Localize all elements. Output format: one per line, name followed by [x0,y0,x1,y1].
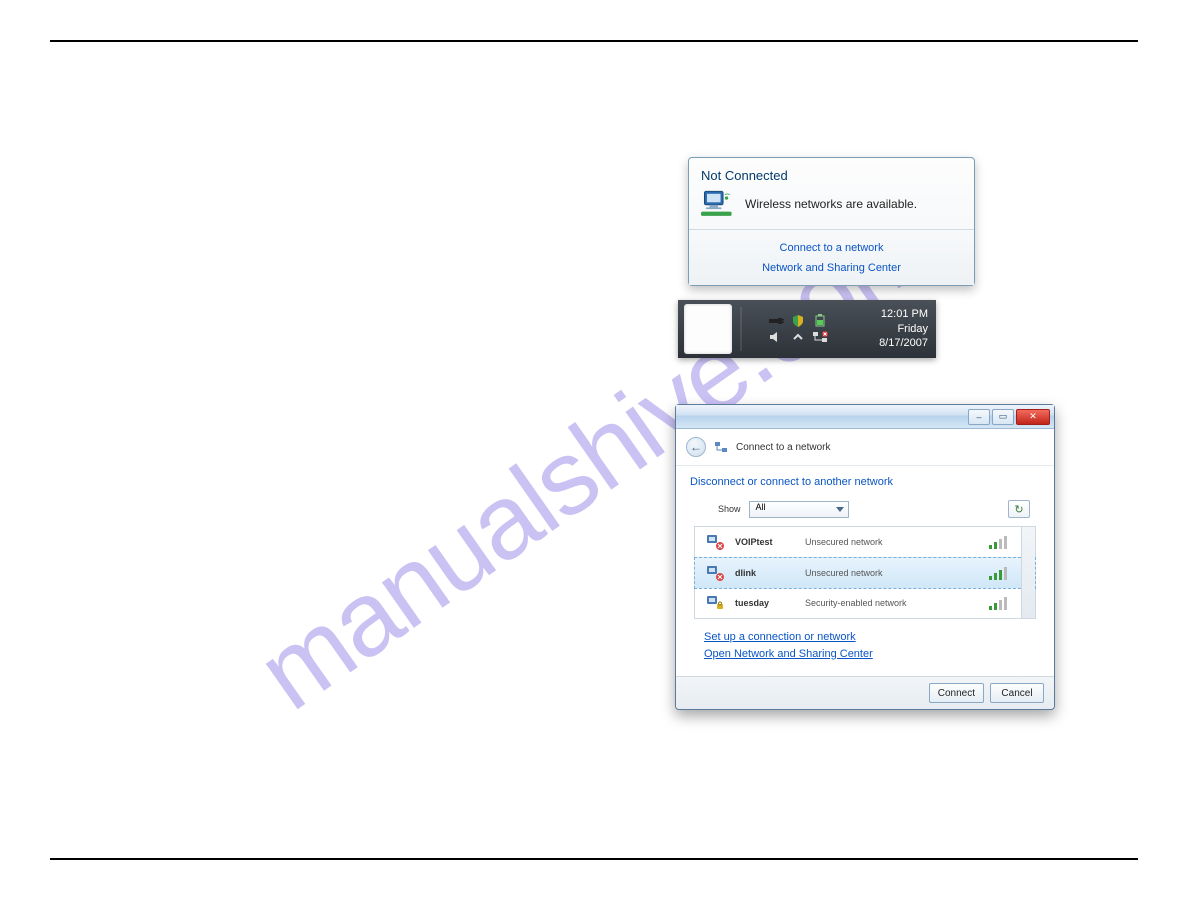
network-security: Security-enabled network [805,598,979,608]
network-notification-popup: Not Connected Wireless networks are avai… [688,157,975,286]
network-computer-icon [701,189,735,219]
refresh-button[interactable]: ↻ [1008,500,1030,518]
page-top-rule [50,40,1138,42]
window-nav-bar: ← Connect to a network [676,429,1054,466]
connect-to-network-window: – ▭ ✕ ← Connect to a network Disconnect … [675,404,1055,710]
battery-icon[interactable] [812,314,828,328]
show-filter-select[interactable]: All [749,501,849,518]
window-titlebar[interactable]: – ▭ ✕ [676,405,1054,429]
network-adapter-icon [705,564,725,582]
shield-icon[interactable] [790,314,806,328]
page-bottom-rule [50,858,1138,860]
taskbar-button[interactable] [684,304,732,354]
taskbar-separator [740,307,742,351]
network-item[interactable]: dlink Unsecured network [694,557,1036,589]
network-list[interactable]: VOIPtest Unsecured network dlink Unsecur… [694,526,1036,619]
window-body-title: Disconnect or connect to another network [690,476,1040,488]
network-security: Unsecured network [805,537,979,547]
connect-button[interactable]: Connect [929,683,984,703]
network-name: VOIPtest [735,537,795,547]
plug-icon[interactable] [768,314,784,328]
show-filter-value: All [756,502,766,512]
network-item[interactable]: VOIPtest Unsecured network [695,527,1035,558]
network-security: Unsecured network [805,568,979,578]
network-adapter-icon [705,594,725,612]
speaker-icon[interactable] [768,330,784,344]
network-name: dlink [735,568,795,578]
clock-date: 8/17/2007 [879,336,928,351]
clock-day: Friday [879,322,928,337]
clock-time: 12:01 PM [879,307,928,322]
network-adapter-icon [705,533,725,551]
taskbar-tray: 12:01 PM Friday 8/17/2007 [678,300,936,358]
network-globe-icon [714,440,728,454]
network-item[interactable]: tuesday Security-enabled network [695,588,1035,618]
connect-to-network-link[interactable]: Connect to a network [780,242,884,254]
chevron-icon[interactable] [790,330,806,344]
signal-icon [989,535,1011,549]
close-button[interactable]: ✕ [1016,409,1050,425]
signal-icon [989,596,1011,610]
show-label: Show [718,504,741,514]
system-tray-icons [762,314,834,344]
open-network-center-link[interactable]: Open Network and Sharing Center [704,648,873,660]
network-tray-icon[interactable] [812,330,828,344]
signal-icon [989,566,1011,580]
popup-title: Not Connected [701,168,962,183]
maximize-button[interactable]: ▭ [992,409,1014,425]
network-name: tuesday [735,598,795,608]
window-nav-title: Connect to a network [736,442,831,453]
setup-connection-link[interactable]: Set up a connection or network [704,631,856,643]
network-sharing-center-link[interactable]: Network and Sharing Center [762,262,901,274]
popup-message: Wireless networks are available. [745,197,917,211]
taskbar-clock[interactable]: 12:01 PM Friday 8/17/2007 [879,307,936,352]
back-button[interactable]: ← [686,437,706,457]
cancel-button[interactable]: Cancel [990,683,1044,703]
minimize-button[interactable]: – [968,409,990,425]
